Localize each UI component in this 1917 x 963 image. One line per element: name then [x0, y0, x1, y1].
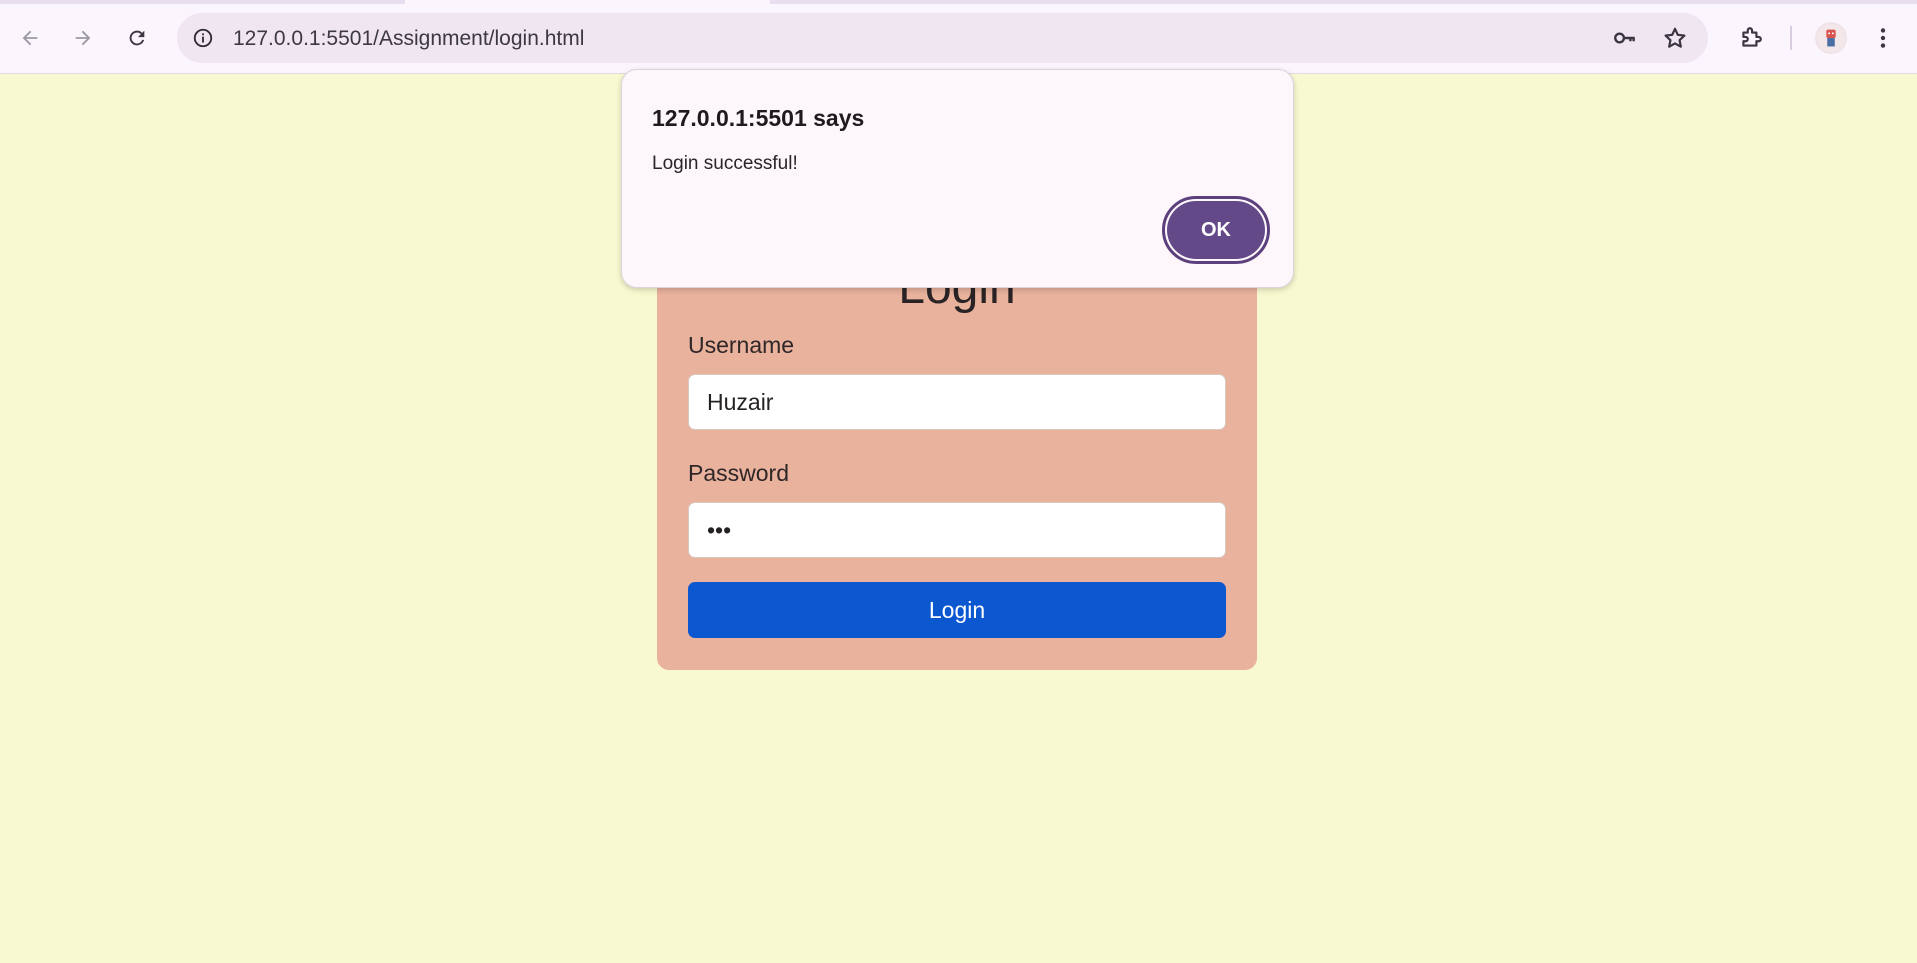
login-submit-button[interactable]: Login	[688, 582, 1226, 638]
reload-icon	[129, 30, 145, 46]
arrow-right-icon	[75, 30, 91, 46]
username-input[interactable]: Huzair	[688, 374, 1226, 430]
alert-dialog: 127.0.0.1:5501 says Login successful! OK	[621, 69, 1294, 288]
address-bar[interactable]: 127.0.0.1:5501/Assignment/login.html	[177, 13, 1708, 63]
browser-toolbar: 127.0.0.1:5501/Assignment/login.html	[0, 0, 1917, 74]
password-manager-button[interactable]	[1611, 24, 1639, 52]
avatar-icon	[1816, 23, 1846, 53]
browser-menu-button[interactable]	[1866, 21, 1900, 55]
star-icon	[1664, 27, 1686, 48]
password-input[interactable]: •••	[688, 502, 1226, 558]
dialog-message: Login successful!	[652, 153, 798, 174]
dialog-title: 127.0.0.1:5501 says	[652, 105, 865, 131]
bookmark-button[interactable]	[1661, 24, 1689, 52]
puzzle-icon	[1742, 27, 1762, 47]
toolbar-divider	[1790, 26, 1792, 50]
url-text[interactable]: 127.0.0.1:5501/Assignment/login.html	[233, 27, 584, 51]
arrow-left-icon	[22, 30, 38, 46]
site-info-button[interactable]	[187, 22, 219, 54]
tab-strip	[0, 0, 1917, 4]
back-button[interactable]	[12, 20, 48, 56]
kebab-menu-icon	[1880, 28, 1886, 48]
username-label: Username	[688, 332, 795, 358]
profile-avatar[interactable]	[1815, 22, 1847, 54]
password-label: Password	[688, 460, 789, 486]
info-icon	[193, 28, 213, 48]
key-icon	[1614, 32, 1635, 44]
active-tab-edge[interactable]	[405, 0, 770, 4]
login-card: Login Username Huzair Password ••• Login	[657, 260, 1257, 670]
forward-button[interactable]	[65, 20, 101, 56]
extensions-button[interactable]	[1734, 21, 1768, 55]
reload-button[interactable]	[119, 20, 155, 56]
ok-button[interactable]: OK	[1167, 201, 1265, 259]
